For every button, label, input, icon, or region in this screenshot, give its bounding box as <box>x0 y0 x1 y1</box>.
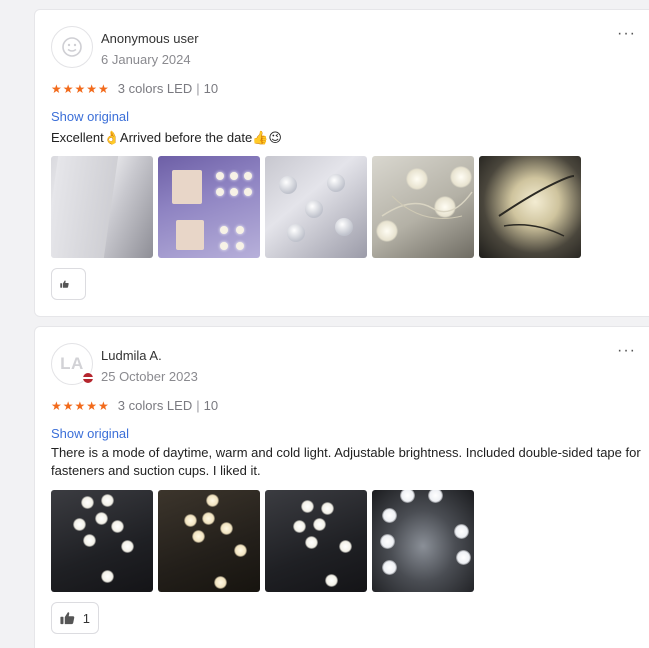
review-photo[interactable] <box>372 156 474 258</box>
review-photo[interactable] <box>265 156 367 258</box>
rating-row: ★★★★★ 3 colors LED | 10 <box>51 398 218 413</box>
review-photos <box>51 490 474 592</box>
review-date: 6 January 2024 <box>101 52 191 67</box>
review-photo[interactable] <box>372 490 474 592</box>
more-options-button[interactable]: ··· <box>617 343 636 359</box>
variant-quantity: 10 <box>203 398 219 413</box>
thumbs-up-icon <box>60 280 69 288</box>
review-photo[interactable] <box>158 490 260 592</box>
user-name: Ludmila A. <box>101 348 162 363</box>
variant-separator: | <box>196 81 200 96</box>
show-original-link[interactable]: Show original <box>51 109 129 124</box>
review-photo[interactable] <box>51 490 153 592</box>
review-text: Excellent👌Arrived before the date👍😉 <box>51 130 282 145</box>
review-card: LA Ludmila A. 25 October 2023 ··· ★★★★★ … <box>34 326 649 648</box>
product-variant: 3 colors LED <box>117 81 193 96</box>
like-count: 1 <box>82 610 90 626</box>
review-date: 25 October 2023 <box>101 369 198 384</box>
review-photo[interactable] <box>51 156 153 258</box>
variant-separator: | <box>196 398 200 413</box>
review-photos <box>51 156 581 258</box>
review-card: Anonymous user 6 January 2024 ··· ★★★★★ … <box>34 9 649 317</box>
review-photo[interactable] <box>265 490 367 592</box>
avatar <box>51 26 93 68</box>
like-button[interactable] <box>51 268 86 300</box>
like-button[interactable]: 1 <box>51 602 99 634</box>
review-photo[interactable] <box>158 156 260 258</box>
show-original-link[interactable]: Show original <box>51 426 129 441</box>
latvia-flag-icon <box>82 372 94 384</box>
rating-row: ★★★★★ 3 colors LED | 10 <box>51 81 218 96</box>
avatar-initials: LA <box>60 354 84 373</box>
review-photo[interactable] <box>479 156 581 258</box>
product-variant: 3 colors LED <box>117 398 193 413</box>
user-name: Anonymous user <box>101 31 199 46</box>
thumbs-up-icon <box>60 612 75 625</box>
star-rating: ★★★★★ <box>51 81 110 96</box>
review-text: There is a mode of daytime, warm and col… <box>51 445 641 478</box>
variant-quantity: 10 <box>203 81 219 96</box>
more-options-button[interactable]: ··· <box>617 26 636 42</box>
star-rating: ★★★★★ <box>51 398 110 413</box>
smiley-avatar-icon <box>62 37 82 57</box>
